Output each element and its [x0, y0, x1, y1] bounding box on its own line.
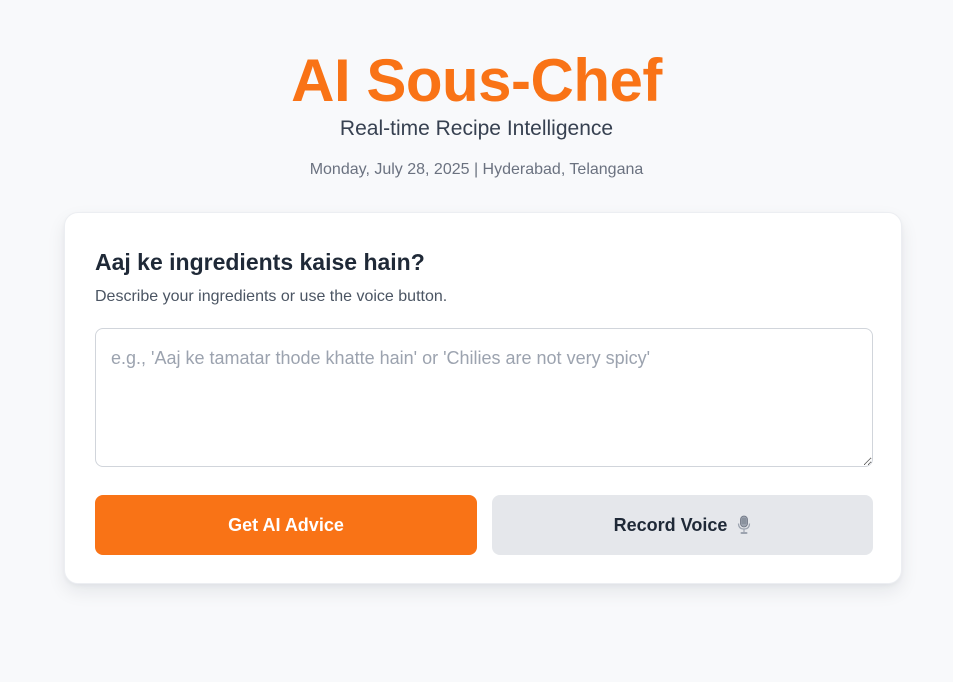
app-title: AI Sous-Chef: [291, 47, 662, 114]
get-ai-advice-button[interactable]: Get AI Advice: [95, 495, 477, 555]
card-description: Describe your ingredients or use the voi…: [95, 288, 448, 305]
microphone-icon: [737, 515, 751, 535]
app-subtitle: Real-time Recipe Intelligence: [339, 117, 614, 140]
card-title: Aaj ke ingredients kaise hain?: [95, 249, 425, 275]
record-voice-button[interactable]: Record Voice: [492, 495, 873, 555]
ingredients-card: Aaj ke ingredients kaise hain? Describe …: [64, 212, 902, 584]
ingredients-input[interactable]: [95, 328, 873, 467]
get-ai-advice-label: Get AI Advice: [228, 514, 344, 535]
date-location-text: Monday, July 28, 2025 | Hyderabad, Telan…: [309, 161, 644, 178]
record-voice-label: Record Voice: [613, 514, 728, 535]
